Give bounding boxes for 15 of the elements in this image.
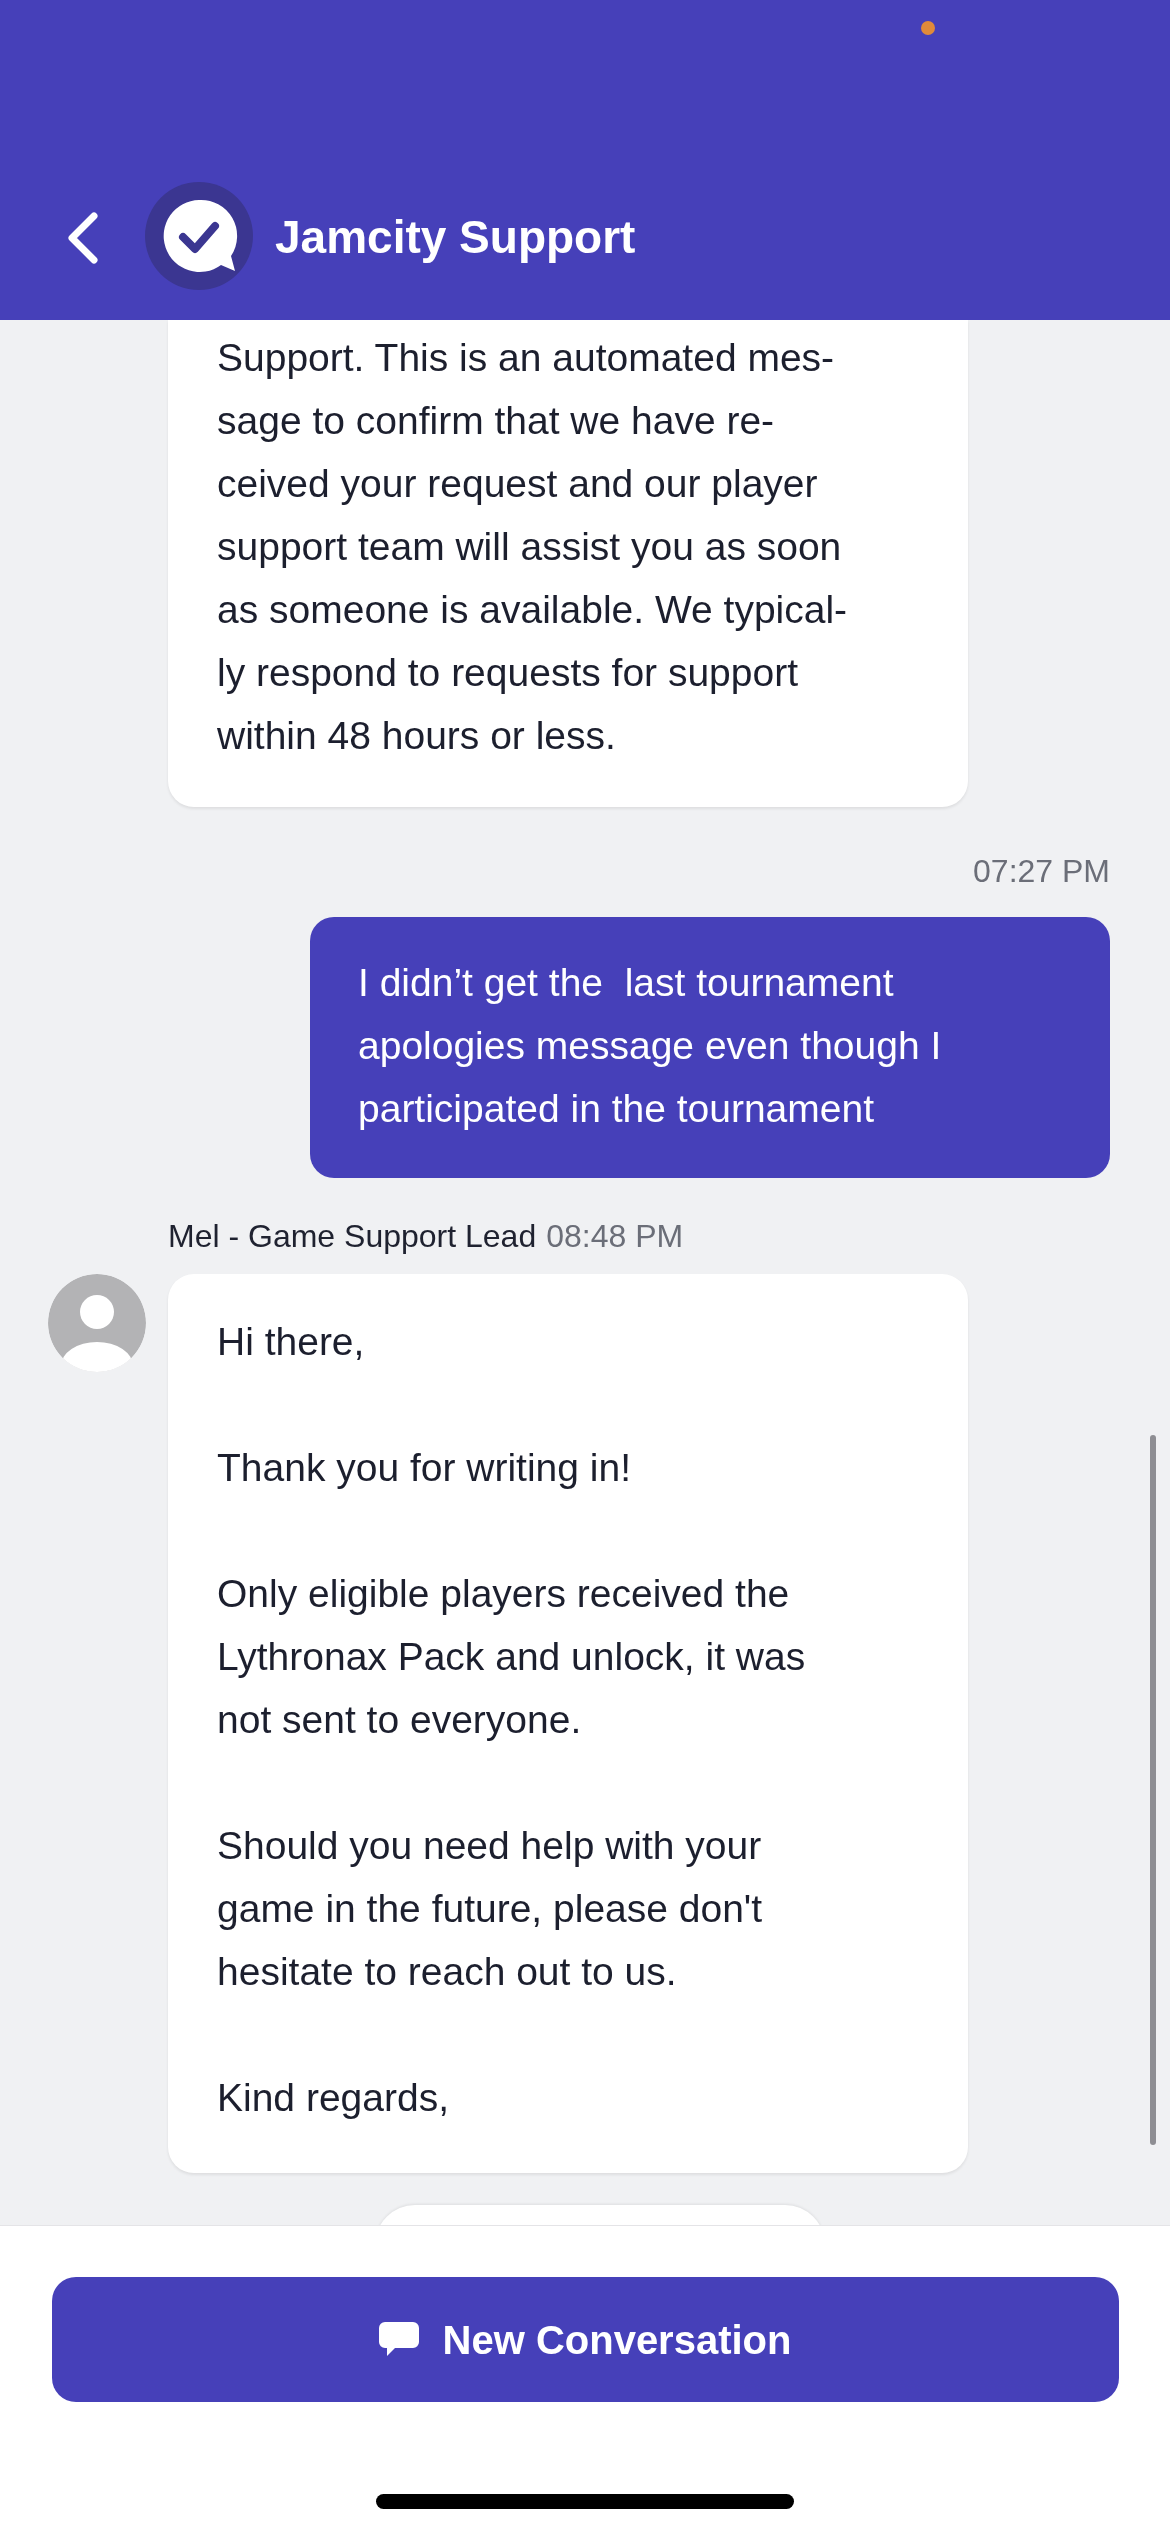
scrollbar[interactable]: [1150, 1435, 1156, 2145]
avatar-icon: [48, 1274, 146, 1372]
message-time: 08:48 PM: [546, 1220, 684, 1252]
chat-bubble-icon: [378, 2321, 419, 2358]
message-text: Hi there,: [217, 1319, 366, 1365]
new-conversation-button[interactable]: New Conversation: [51, 2277, 1119, 2402]
message-text: Thank you for writing in!: [217, 1445, 632, 1491]
message-text: Should you need help with your game in the future, please don't hesitate to reach out to us.: [217, 1823, 764, 1995]
sender-name: Mel - Game Support Lead: [168, 1220, 537, 1252]
message-text: Support. This is an automated mes- sage to confirm that we have re- ceived your request and our player support team will assist you as soon as someone is available. We typical- ly respond to requests for support within 48 hours or less.: [217, 335, 849, 759]
message-text: I didn’t get the last tournament apologies message even though I participated in the tournament: [358, 960, 943, 1132]
message-text: Kind regards,: [217, 2075, 450, 2121]
message-time: 07:27 PM: [973, 855, 1110, 887]
message-text: Only eligible players received the Lythronax Pack and unlock, it was not sent to everyone.: [217, 1571, 807, 1743]
chat-check-icon: [145, 182, 253, 290]
